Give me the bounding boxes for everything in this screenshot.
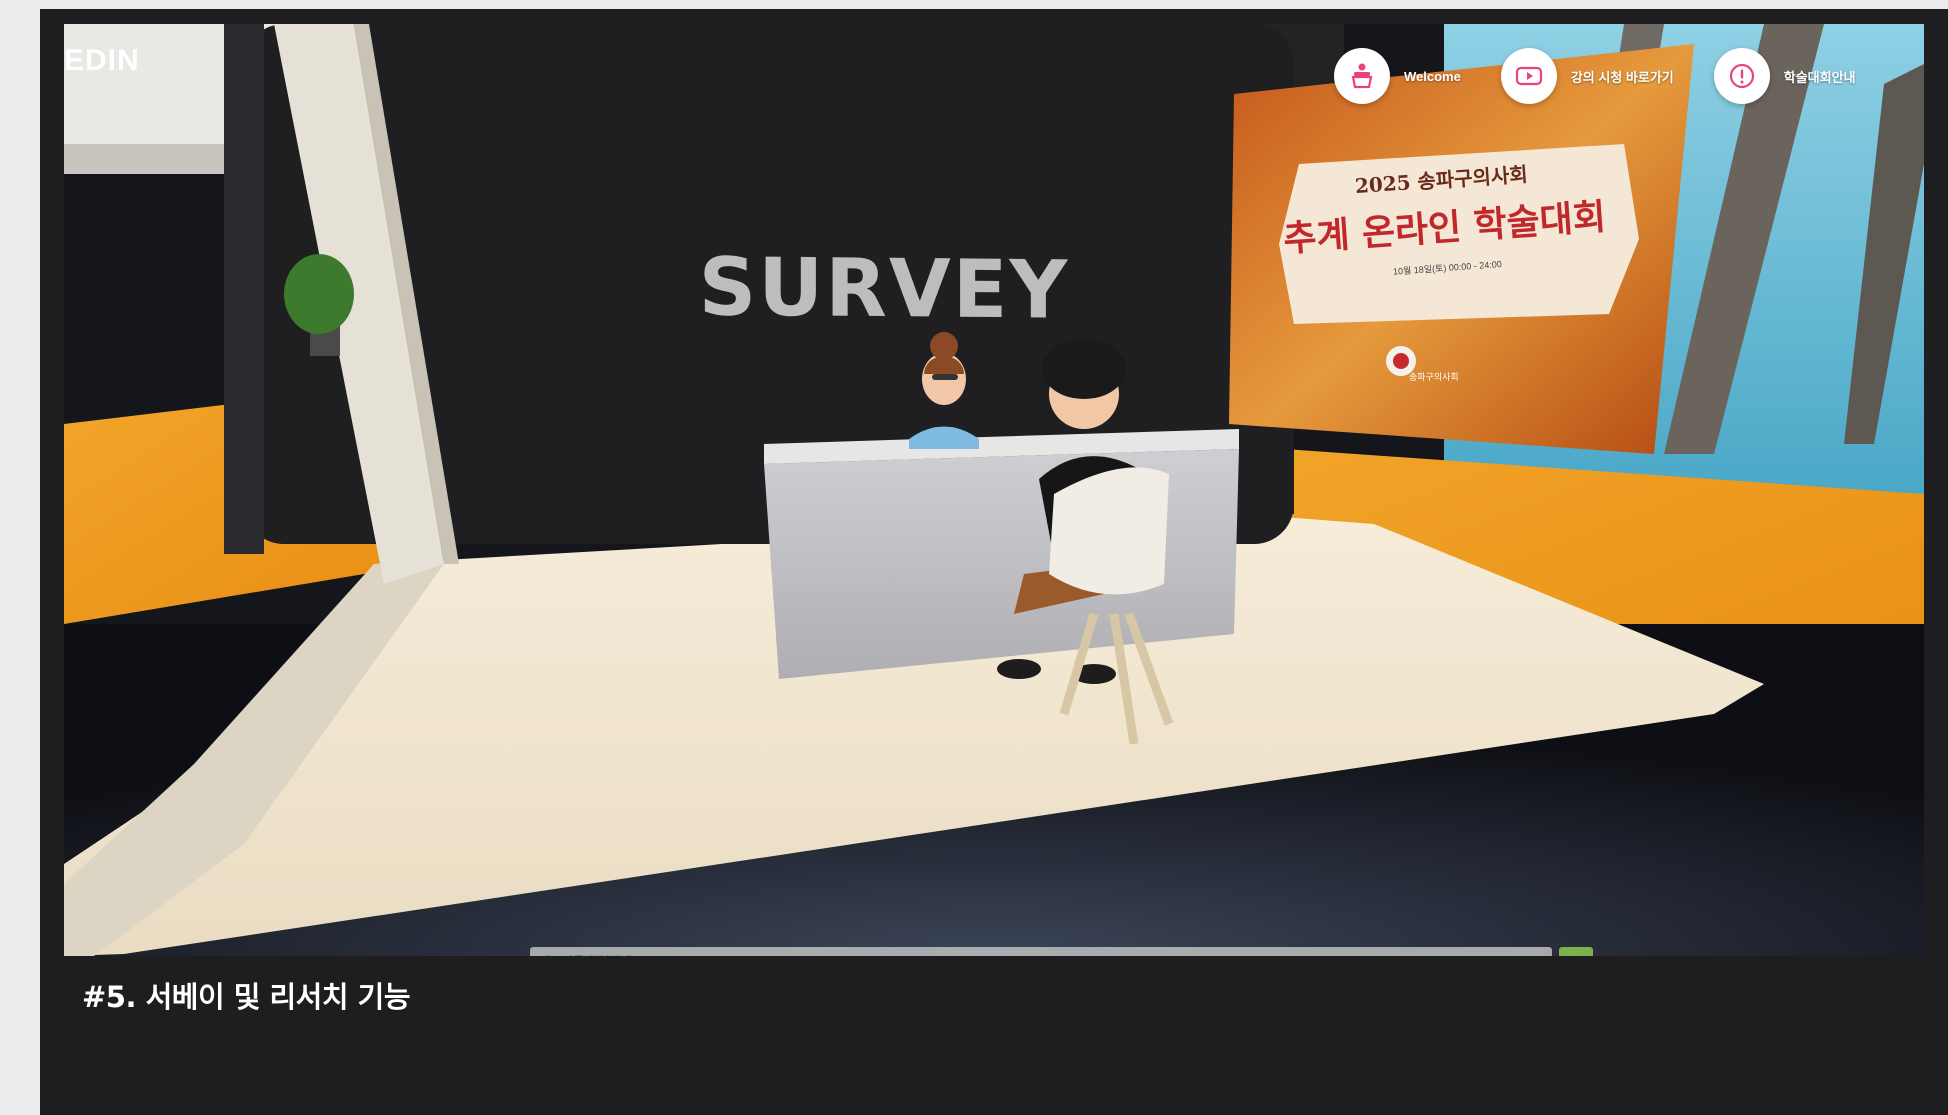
nav-welcome[interactable]: Welcome [1334, 48, 1461, 104]
nav-info-label: 학술대회안내 [1783, 69, 1856, 85]
top-navigation: Welcome 강의 시청 바로가기 학술대회안내 [1334, 48, 1896, 104]
nav-welcome-label: Welcome [1404, 68, 1461, 84]
seminar-logo[interactable]: EDIN SEMINAR [64, 46, 140, 87]
nav-lecture-label: 강의 시청 바로가기 [1570, 69, 1674, 85]
nav-info[interactable]: 학술대회안내 [1713, 48, 1856, 104]
nav-lecture[interactable]: 강의 시청 바로가기 [1500, 48, 1674, 104]
poster-organization: 송파구의사회 [1409, 372, 1459, 382]
chat-input[interactable] [530, 947, 1552, 956]
info-icon [1713, 48, 1770, 104]
play-icon [1500, 48, 1557, 104]
podium-icon [1334, 48, 1390, 104]
virtual-booth-scene[interactable]: EDIN SEMINAR Welcome 강의 시청 바로가기 학술대회안내 S… [64, 24, 1924, 956]
logo-main-text: EDIN [64, 44, 140, 77]
feature-caption: #5. 서베이 및 리서치 기능 [82, 980, 411, 1014]
survey-sign: SURVEY [698, 240, 1070, 337]
logo-sub-text: SEMINAR [70, 75, 128, 87]
send-button[interactable]: 전송 [1559, 947, 1593, 956]
